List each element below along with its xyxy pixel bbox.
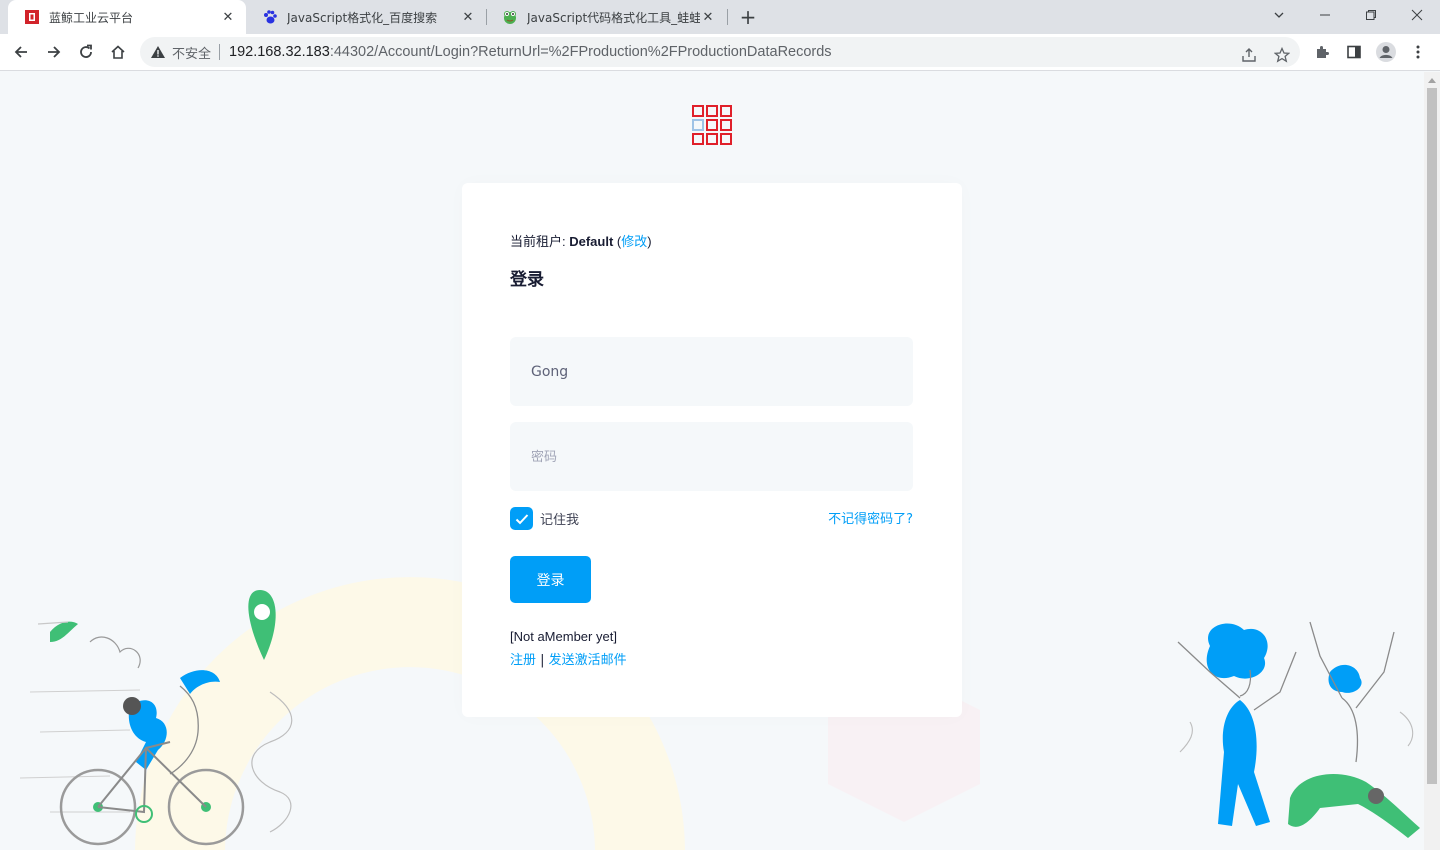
- close-tab-icon[interactable]: ✕: [220, 9, 236, 25]
- tab-title: JavaScript代码格式化工具_蛙蛙: [527, 10, 700, 25]
- home-icon[interactable]: [104, 38, 132, 66]
- tenant-paren-close: ): [647, 234, 652, 249]
- tab-title: JavaScript格式化_百度搜索: [287, 10, 438, 25]
- send-activation-email-link[interactable]: 发送激活邮件: [549, 653, 627, 668]
- tab-lanjing[interactable]: 蓝鲸工业云平台 ✕: [8, 0, 246, 34]
- close-tab-icon[interactable]: ✕: [700, 9, 716, 25]
- warning-icon[interactable]: [150, 44, 166, 60]
- tenant-name: Default: [569, 234, 614, 249]
- url-host: 192.168.32.183: [229, 44, 330, 60]
- tab-baidu[interactable]: JavaScript格式化_百度搜索 ✕: [246, 0, 486, 34]
- lanjing-favicon-icon: [24, 9, 40, 25]
- extensions-icon[interactable]: [1308, 38, 1336, 66]
- dancing-people-illustration: [1177, 621, 1420, 838]
- login-button[interactable]: 登录: [510, 556, 591, 603]
- url-path: :44302/Account/Login?ReturnUrl=%2FProduc…: [329, 44, 832, 60]
- new-tab-button[interactable]: +: [736, 5, 760, 29]
- restore-icon[interactable]: [1356, 0, 1386, 30]
- current-tenant: 当前租户: Default (修改): [510, 231, 652, 250]
- tab-search-icon[interactable]: [1264, 0, 1294, 30]
- brand-logo-icon: [692, 105, 732, 145]
- login-card: 当前租户: Default (修改) 登录 记住我 不记得密码了? 登录 [No…: [462, 183, 962, 717]
- profile-icon[interactable]: [1372, 38, 1400, 66]
- links-separator: |: [536, 653, 549, 668]
- password-input[interactable]: [510, 422, 913, 491]
- remember-me[interactable]: 记住我: [510, 507, 579, 530]
- baidu-paw-icon: [262, 9, 278, 25]
- reload-icon[interactable]: [72, 38, 100, 66]
- not-member-text: [Not aMember yet]: [510, 629, 617, 644]
- cyclist-illustration: [20, 590, 293, 846]
- back-arrow-icon[interactable]: [7, 38, 35, 66]
- username-input[interactable]: [510, 337, 913, 406]
- frog-favicon-icon: [502, 9, 518, 25]
- star-icon[interactable]: [1271, 44, 1293, 66]
- side-panel-icon[interactable]: [1340, 38, 1368, 66]
- account-links: 注册 | 发送激活邮件: [510, 649, 627, 668]
- insecure-label[interactable]: 不安全: [172, 43, 211, 62]
- share-icon[interactable]: [1238, 44, 1260, 66]
- tab-title: 蓝鲸工业云平台: [49, 10, 134, 25]
- checkmark-icon: [515, 513, 528, 524]
- register-link[interactable]: 注册: [510, 653, 536, 668]
- tab-divider: [727, 9, 728, 25]
- tab-strip: 蓝鲸工业云平台 ✕ JavaScript格式化_百度搜索 ✕ JavaScrip…: [0, 0, 1440, 34]
- minimize-icon[interactable]: [1310, 0, 1340, 30]
- close-tab-icon[interactable]: ✕: [460, 9, 476, 25]
- address-separator: [219, 44, 221, 60]
- menu-icon[interactable]: [1404, 38, 1432, 66]
- login-title: 登录: [510, 270, 544, 290]
- remember-me-checkbox[interactable]: [510, 507, 533, 530]
- browser-toolbar: 不安全 192.168.32.183:44302/Account/Login?R…: [0, 34, 1440, 71]
- tenant-prefix: 当前租户:: [510, 234, 570, 249]
- window-close-icon[interactable]: [1402, 0, 1432, 30]
- forward-arrow-icon[interactable]: [40, 38, 68, 66]
- page-scrollbar[interactable]: [1424, 72, 1440, 850]
- address-bar[interactable]: 不安全 192.168.32.183:44302/Account/Login?R…: [140, 37, 1300, 67]
- scroll-thumb[interactable]: [1427, 88, 1437, 784]
- remember-me-label: 记住我: [540, 513, 580, 528]
- tab-wawa[interactable]: JavaScript代码格式化工具_蛙蛙 ✕: [486, 0, 726, 34]
- forgot-password-link[interactable]: 不记得密码了?: [828, 508, 913, 527]
- url-text[interactable]: 192.168.32.183:44302/Account/Login?Retur…: [229, 44, 832, 60]
- login-page: 当前租户: Default (修改) 登录 记住我 不记得密码了? 登录 [No…: [0, 72, 1424, 850]
- change-tenant-link[interactable]: 修改: [621, 234, 647, 249]
- scroll-up-arrow-icon[interactable]: [1424, 72, 1440, 88]
